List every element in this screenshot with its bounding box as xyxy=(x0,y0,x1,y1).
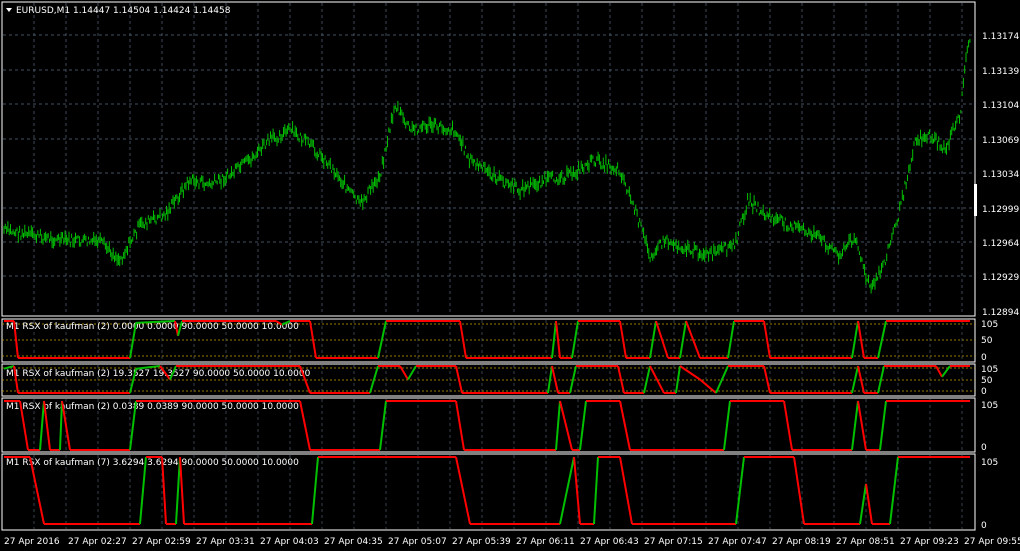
price-label: 1.13104 xyxy=(982,101,1019,111)
price-axis: 1.13174 1.13139 1.13104 1.13069 1.13034 … xyxy=(982,32,1019,318)
price-label: 1.12999 xyxy=(982,205,1019,215)
time-label: 27 Apr 02:27 xyxy=(68,537,127,547)
time-label: 27 Apr 03:31 xyxy=(196,537,255,547)
time-label: 27 Apr 08:19 xyxy=(772,537,831,547)
indicator-axis-label: 50 xyxy=(981,376,993,386)
price-label: 1.13034 xyxy=(982,170,1019,180)
time-label: 27 Apr 02:59 xyxy=(132,537,191,547)
time-label: 27 Apr 07:15 xyxy=(644,537,703,547)
indicator-title: M1 RSX of kaufman (2) 19.3527 19.3527 90… xyxy=(6,369,311,379)
indicator-axis-label: 105 xyxy=(981,458,998,468)
current-price-marker xyxy=(974,184,977,216)
time-label: 27 Apr 09:23 xyxy=(900,537,959,547)
time-label: 27 Apr 05:39 xyxy=(452,537,511,547)
price-label: 1.13174 xyxy=(982,32,1019,42)
price-label: 1.12929 xyxy=(982,273,1019,283)
time-label: 27 Apr 04:03 xyxy=(260,537,319,547)
price-label: 1.12964 xyxy=(982,239,1019,249)
indicator-axis-label: 0 xyxy=(981,521,987,531)
price-label: 1.13069 xyxy=(982,136,1019,146)
time-label: 27 Apr 07:47 xyxy=(708,537,767,547)
time-label: 27 Apr 04:35 xyxy=(324,537,383,547)
indicator-axis-label: 0 xyxy=(981,443,987,453)
time-label: 27 Apr 2016 xyxy=(4,537,60,547)
indicator-axis-label: 105 xyxy=(981,320,998,330)
time-label: 27 Apr 09:55 xyxy=(964,537,1020,547)
time-label: 27 Apr 05:07 xyxy=(388,537,447,547)
time-label: 27 Apr 06:43 xyxy=(580,537,639,547)
indicator-axis-label: 50 xyxy=(981,336,993,346)
time-label: 27 Apr 06:11 xyxy=(516,537,575,547)
chart-window[interactable]: 1.13174 1.13139 1.13104 1.13069 1.13034 … xyxy=(0,0,1020,551)
indicator-axis-label: 105 xyxy=(981,401,998,411)
indicator-axis-label: 105 xyxy=(981,365,998,375)
indicator-axis-label: 0 xyxy=(981,387,987,397)
price-label: 1.12894 xyxy=(982,308,1019,318)
time-label: 27 Apr 08:51 xyxy=(836,537,895,547)
indicator-title: M1 RSX of kaufman (2) 0.0000 0.0000 90.0… xyxy=(6,322,299,332)
indicator-title: M1 RSX of kaufman (7) 3.6294 3.6294 90.0… xyxy=(6,458,299,468)
indicator-axis-label: 0 xyxy=(981,353,987,363)
chart-title: EURUSD,M1 1.14447 1.14504 1.14424 1.1445… xyxy=(16,6,231,16)
indicator-title: M1 RSX of kaufman (2) 0.0389 0.0389 90.0… xyxy=(6,402,299,412)
price-label: 1.13139 xyxy=(982,67,1019,77)
